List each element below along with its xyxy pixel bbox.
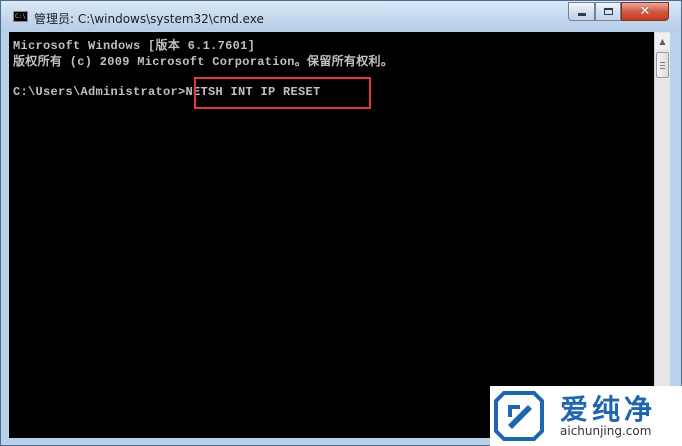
- maximize-button[interactable]: [595, 2, 621, 21]
- grip-line: [660, 68, 665, 69]
- title-bar[interactable]: C:\ 管理员: C:\windows\system32\cmd.exe ✕: [1, 1, 681, 31]
- minimize-button[interactable]: [568, 2, 595, 21]
- scrollbar-thumb[interactable]: [656, 52, 669, 78]
- command-highlight-box: [194, 77, 371, 109]
- window-title: 管理员: C:\windows\system32\cmd.exe: [34, 12, 264, 26]
- watermark-title: 爱纯净: [560, 393, 657, 426]
- vertical-scrollbar[interactable]: ▲ ▼: [654, 32, 670, 438]
- console-area[interactable]: Microsoft Windows [版本 6.1.7601] 版权所有 (c)…: [9, 32, 654, 438]
- grip-line: [660, 65, 665, 66]
- maximize-icon: [603, 8, 613, 15]
- console-prompt: C:\Users\Administrator>: [13, 85, 186, 99]
- watermark-url: aichunjing.com: [560, 424, 652, 438]
- aichunjing-logo-icon: [494, 391, 544, 441]
- console-line-version: Microsoft Windows [版本 6.1.7601]: [13, 39, 256, 53]
- grip-line: [660, 62, 665, 63]
- cmd-window: C:\ 管理员: C:\windows\system32\cmd.exe ✕ M…: [0, 0, 682, 446]
- watermark: 爱纯净 aichunjing.com: [490, 386, 682, 446]
- close-button[interactable]: ✕: [621, 2, 669, 21]
- console-line-copyright: 版权所有 (c) 2009 Microsoft Corporation。保留所有…: [13, 55, 394, 69]
- minimize-icon: [577, 13, 586, 16]
- close-icon: ✕: [639, 4, 651, 19]
- scroll-up-icon[interactable]: ▲: [655, 33, 670, 49]
- cmd-icon[interactable]: C:\: [13, 11, 28, 22]
